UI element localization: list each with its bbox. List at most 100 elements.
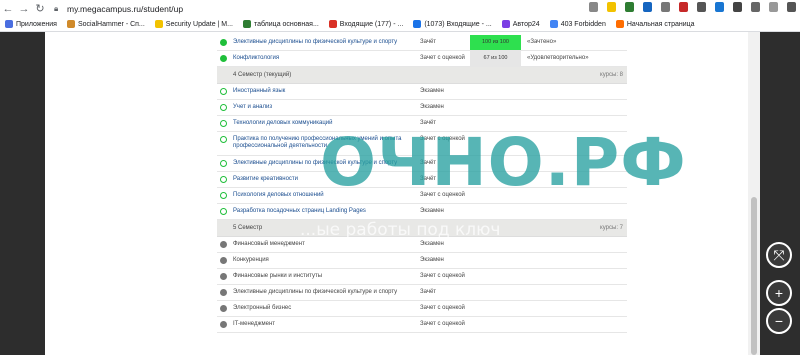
course-row[interactable]: Разработка посадочных страниц Landing Pa…: [217, 204, 627, 220]
course-count-toggle[interactable]: курсы: 8: [600, 72, 623, 78]
course-name[interactable]: IT-менеджмент: [233, 321, 423, 328]
status-dot-icon: [220, 273, 227, 280]
grade-text: «Удовлетворительно»: [527, 55, 589, 61]
menu-icon[interactable]: [787, 2, 796, 12]
assessment-type: Экзамен: [420, 257, 444, 263]
browser-toolbar: ← → ↻ 🔒︎ my.megacampus.ru/student/up: [0, 0, 800, 17]
course-name[interactable]: Элективные дисциплины по физической куль…: [233, 39, 423, 46]
course-row[interactable]: Конкуренция Экзамен: [217, 253, 627, 269]
status-dot-icon: [220, 257, 227, 264]
course-name[interactable]: Конфликтология: [233, 55, 423, 62]
bookmark-label: 403 Forbidden: [560, 20, 606, 28]
bookmark-item[interactable]: (1073) Входящие - ...: [413, 20, 492, 28]
zoom-in-button[interactable]: +: [766, 280, 792, 306]
bookmark-label: Security Update | M...: [165, 20, 233, 28]
bookmark-item[interactable]: Security Update | M...: [154, 20, 233, 28]
back-icon[interactable]: ←: [0, 1, 16, 17]
bookmark-item[interactable]: SocialHammer - Сп...: [66, 20, 145, 28]
course-name[interactable]: Конкуренция: [233, 257, 423, 264]
course-row[interactable]: Элективные дисциплины по физической куль…: [217, 285, 627, 301]
viewport: Элективные дисциплины по физической куль…: [0, 32, 800, 355]
zoom-out-button[interactable]: −: [766, 308, 792, 334]
status-dot-icon: [220, 104, 227, 111]
assessment-type: Зачет с оценкой: [420, 273, 465, 279]
course-row[interactable]: Иностранный язык Экзамен: [217, 84, 627, 100]
semester-title: 4 Семестр (текущий): [233, 72, 292, 78]
semester-header[interactable]: 4 Семестр (текущий) курсы: 8: [217, 67, 627, 84]
course-name[interactable]: Учет и анализ: [233, 104, 423, 111]
bookmark-label: таблица основная...: [253, 20, 319, 28]
bookmark-item[interactable]: Начальная страница: [615, 20, 695, 28]
bookmark-icon: [242, 20, 251, 28]
bookmark-item[interactable]: Автор24: [501, 20, 540, 28]
status-dot-icon: [220, 120, 227, 127]
bookmark-item[interactable]: Входящие (177) - ...: [328, 20, 404, 28]
extension-icon[interactable]: [661, 2, 670, 12]
course-row[interactable]: Конфликтология Зачет с оценкой 67 из 100 «У…: [217, 51, 627, 67]
status-dot-icon: [220, 55, 227, 62]
assessment-type: Зачет с оценкой: [420, 55, 465, 61]
course-row[interactable]: IT-менеджмент Зачет с оценкой: [217, 317, 627, 333]
bookmark-label: Входящие (177) - ...: [339, 20, 404, 28]
bookmark-icon: [328, 20, 337, 28]
extension-icon[interactable]: [715, 2, 724, 12]
status-dot-icon: [220, 176, 227, 183]
status-dot-icon: [220, 208, 227, 215]
bookmarks-bar: Приложения SocialHammer - Сп... Security U…: [0, 17, 800, 32]
grade-text: «Зачтено»: [527, 39, 557, 45]
address-bar[interactable]: 🔒︎ my.megacampus.ru/student/up: [54, 2, 183, 16]
status-dot-icon: [220, 305, 227, 312]
semester-title: 5 Семестр: [233, 225, 263, 231]
fit-screen-button[interactable]: ⤧: [766, 242, 792, 268]
assessment-type: Зачёт: [420, 289, 437, 295]
course-row[interactable]: Электронный бизнес Зачет с оценкой: [217, 301, 627, 317]
course-name[interactable]: Элективные дисциплины по физической куль…: [233, 289, 423, 296]
status-dot-icon: [220, 241, 227, 248]
course-name[interactable]: Финансовый менеджмент: [233, 241, 423, 248]
bookmark-icon: [501, 20, 510, 28]
profile-icon[interactable]: [769, 2, 778, 12]
extension-icon[interactable]: [697, 2, 706, 12]
status-dot-icon: [220, 39, 227, 46]
watermark-tagline: ...ые работы под ключ: [300, 220, 501, 240]
bookmark-item[interactable]: Приложения: [5, 20, 57, 28]
bookmark-icon: [413, 20, 422, 28]
bookmark-icon: [615, 20, 624, 28]
scrollbar-thumb[interactable]: [751, 197, 757, 355]
course-count-toggle[interactable]: курсы: 7: [600, 225, 623, 231]
scrollbar[interactable]: [748, 32, 760, 355]
status-dot-icon: [220, 289, 227, 296]
bookmark-item[interactable]: таблица основная...: [242, 20, 319, 28]
extension-icon[interactable]: [607, 2, 616, 12]
assessment-type: Экзамен: [420, 104, 444, 110]
status-dot-icon: [220, 88, 227, 95]
reload-icon[interactable]: ↻: [32, 1, 48, 17]
extension-icon[interactable]: [679, 2, 688, 12]
status-dot-icon: [220, 136, 227, 143]
score-cell: 100 из 100: [470, 35, 521, 50]
extension-icon[interactable]: [643, 2, 652, 12]
status-dot-icon: [220, 160, 227, 167]
star-icon[interactable]: [589, 2, 598, 12]
course-row[interactable]: Элективные дисциплины по физической куль…: [217, 35, 627, 51]
bookmark-item[interactable]: 403 Forbidden: [549, 20, 606, 28]
extension-icon[interactable]: [733, 2, 742, 12]
assessment-type: Зачет с оценкой: [420, 305, 465, 311]
bookmark-icon: [549, 20, 558, 28]
course-name[interactable]: Финансовые рынки и институты: [233, 273, 423, 280]
bookmark-label: Начальная страница: [626, 20, 695, 28]
bookmark-label: Автор24: [512, 20, 540, 28]
lock-icon: 🔒︎: [54, 3, 59, 13]
course-row[interactable]: Финансовые рынки и институты Зачет с оцен…: [217, 269, 627, 285]
extension-icon[interactable]: [625, 2, 634, 12]
course-name[interactable]: Разработка посадочных страниц Landing Pa…: [233, 208, 423, 215]
extension-icon[interactable]: [751, 2, 760, 12]
course-row[interactable]: Учет и анализ Экзамен: [217, 100, 627, 116]
course-name[interactable]: Электронный бизнес: [233, 305, 423, 312]
course-name[interactable]: Иностранный язык: [233, 88, 423, 95]
status-dot-icon: [220, 321, 227, 328]
forward-icon[interactable]: →: [16, 1, 32, 17]
extension-icons: [589, 2, 796, 12]
bookmark-icon: [66, 20, 75, 28]
assessment-type: Экзамен: [420, 241, 444, 247]
